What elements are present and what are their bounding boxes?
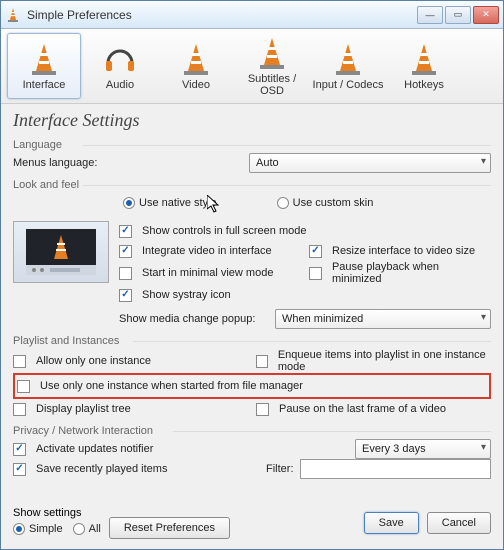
menus-language-select[interactable]: Auto bbox=[249, 153, 491, 173]
window-controls: — ▭ ✕ bbox=[417, 6, 499, 24]
cone-icon bbox=[178, 41, 214, 77]
update-frequency-select[interactable]: Every 3 days bbox=[355, 439, 491, 459]
playlist-tree-checkbox[interactable] bbox=[13, 403, 26, 416]
tab-hotkeys[interactable]: Hotkeys bbox=[387, 33, 461, 99]
cone-icon bbox=[406, 41, 442, 77]
reset-button[interactable]: Reset Preferences bbox=[109, 517, 230, 539]
save-recent-checkbox[interactable] bbox=[13, 463, 26, 476]
close-button[interactable]: ✕ bbox=[473, 6, 499, 24]
category-toolbar: Interface Audio Video Subtitles / OSD In… bbox=[1, 29, 503, 104]
fullscreen-controls-checkbox[interactable] bbox=[119, 225, 132, 238]
simple-radio[interactable] bbox=[13, 523, 25, 535]
tab-interface[interactable]: Interface bbox=[7, 33, 81, 99]
headphones-icon bbox=[102, 41, 138, 77]
group-playlist: Playlist and Instances bbox=[13, 335, 491, 347]
maximize-button[interactable]: ▭ bbox=[445, 6, 471, 24]
titlebar: Simple Preferences — ▭ ✕ bbox=[1, 1, 503, 29]
popup-label: Show media change popup: bbox=[119, 313, 269, 325]
filter-label: Filter: bbox=[266, 463, 294, 475]
save-button[interactable]: Save bbox=[364, 512, 419, 534]
tab-audio[interactable]: Audio bbox=[83, 33, 157, 99]
one-instance-checkbox[interactable] bbox=[13, 355, 26, 368]
group-look: Look and feel bbox=[13, 179, 491, 191]
custom-skin-label: Use custom skin bbox=[293, 197, 374, 209]
group-privacy: Privacy / Network Interaction bbox=[13, 425, 491, 437]
cone-icon bbox=[254, 35, 290, 71]
footer: Show settings Simple All Reset Preferenc… bbox=[1, 501, 503, 549]
page-title: Interface Settings bbox=[1, 104, 503, 133]
native-style-radio[interactable] bbox=[123, 197, 135, 209]
enqueue-checkbox[interactable] bbox=[256, 355, 268, 368]
tab-input-codecs[interactable]: Input / Codecs bbox=[311, 33, 385, 99]
tab-video[interactable]: Video bbox=[159, 33, 233, 99]
one-instance-fm-checkbox[interactable] bbox=[17, 380, 30, 393]
filter-input[interactable] bbox=[300, 459, 492, 479]
native-style-label: Use native style bbox=[139, 197, 217, 209]
cone-icon bbox=[330, 41, 366, 77]
minimal-view-checkbox[interactable] bbox=[119, 267, 132, 280]
tab-subtitles[interactable]: Subtitles / OSD bbox=[235, 33, 309, 99]
settings-content: Language Menus language: Auto Look and f… bbox=[1, 133, 503, 501]
preview-thumbnail bbox=[13, 221, 109, 283]
highlight-box: Use only one instance when started from … bbox=[13, 373, 491, 399]
updates-checkbox[interactable] bbox=[13, 443, 26, 456]
integrate-video-checkbox[interactable] bbox=[119, 245, 132, 258]
resize-interface-checkbox[interactable] bbox=[309, 245, 322, 258]
pause-minimized-checkbox[interactable] bbox=[309, 267, 322, 280]
preferences-window: Simple Preferences — ▭ ✕ Interface Audio… bbox=[0, 0, 504, 550]
systray-checkbox[interactable] bbox=[119, 289, 132, 302]
menus-language-label: Menus language: bbox=[13, 157, 243, 169]
custom-skin-radio[interactable] bbox=[277, 197, 289, 209]
app-icon bbox=[5, 7, 21, 23]
minimize-button[interactable]: — bbox=[417, 6, 443, 24]
show-settings-label: Show settings bbox=[13, 507, 101, 519]
window-title: Simple Preferences bbox=[27, 8, 417, 22]
pause-last-frame-checkbox[interactable] bbox=[256, 403, 269, 416]
group-language: Language bbox=[13, 139, 491, 151]
cancel-button[interactable]: Cancel bbox=[427, 512, 491, 534]
popup-select[interactable]: When minimized bbox=[275, 309, 491, 329]
cone-icon bbox=[26, 41, 62, 77]
all-radio[interactable] bbox=[73, 523, 85, 535]
